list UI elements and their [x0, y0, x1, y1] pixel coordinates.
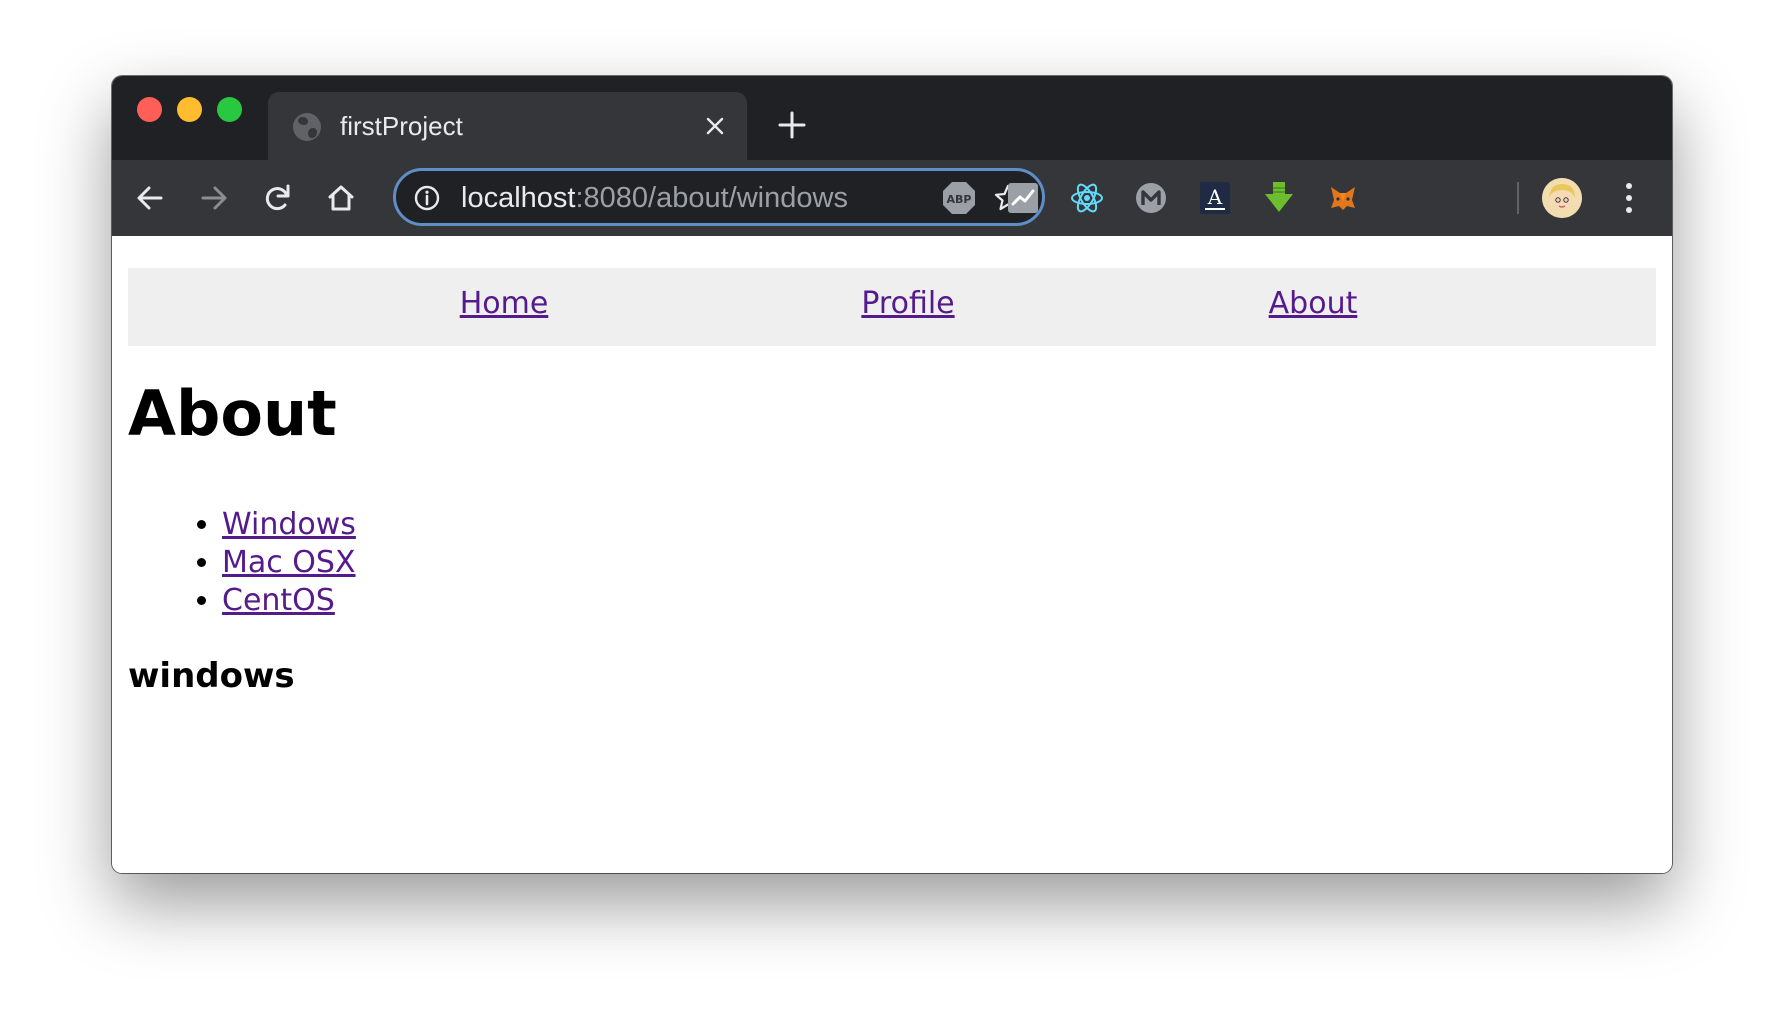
- reload-icon[interactable]: [262, 182, 294, 214]
- adblock-plus-icon[interactable]: ABP: [941, 180, 977, 216]
- back-arrow-icon[interactable]: [134, 182, 166, 214]
- more-menu-icon[interactable]: [1623, 180, 1635, 216]
- nav-link-home[interactable]: Home: [460, 284, 549, 324]
- globe-favicon-icon: [293, 113, 321, 141]
- tab-strip: firstProject: [112, 76, 1672, 160]
- tab-active[interactable]: firstProject: [268, 92, 747, 160]
- link-mac-osx[interactable]: Mac OSX: [222, 545, 356, 580]
- forward-arrow-icon[interactable]: [198, 182, 230, 214]
- window-minimize-button[interactable]: [177, 97, 202, 122]
- react-devtools-icon[interactable]: [1069, 180, 1105, 216]
- list-item: CentOS: [222, 582, 356, 620]
- url-path: :8080/about/windows: [575, 182, 848, 214]
- page-title: About: [128, 377, 337, 450]
- list-item: Mac OSX: [222, 544, 356, 582]
- browser-toolbar: localhost:8080/about/windows ABP A: [112, 160, 1672, 236]
- os-link-list: Windows Mac OSX CentOS: [172, 506, 356, 620]
- abp-label: ABP: [947, 193, 972, 206]
- font-ext-label: A: [1207, 185, 1223, 209]
- url-text[interactable]: localhost:8080/about/windows: [461, 181, 848, 215]
- green-download-arrow-icon[interactable]: [1261, 180, 1297, 216]
- close-tab-icon[interactable]: [705, 116, 725, 136]
- window-close-button[interactable]: [137, 97, 162, 122]
- toolbar-separator: [1517, 182, 1519, 214]
- mercury-m-icon[interactable]: [1133, 180, 1169, 216]
- browser-window: firstProject localhost:8080/about/window…: [112, 76, 1672, 873]
- font-a-icon[interactable]: A: [1197, 180, 1233, 216]
- avatar-face-icon: [1542, 178, 1582, 218]
- nav-link-profile[interactable]: Profile: [861, 284, 954, 324]
- site-info-icon[interactable]: [414, 185, 440, 211]
- nav-link-about[interactable]: About: [1269, 284, 1358, 324]
- home-icon[interactable]: [325, 182, 357, 214]
- stats-chart-icon[interactable]: [1005, 180, 1041, 216]
- selected-os-heading: windows: [128, 656, 295, 696]
- window-maximize-button[interactable]: [217, 97, 242, 122]
- list-item: Windows: [222, 506, 356, 544]
- nav-bar: Home Profile About: [128, 268, 1656, 346]
- tab-title: firstProject: [340, 111, 463, 141]
- url-host: localhost: [461, 182, 576, 214]
- metamask-fox-icon[interactable]: [1325, 180, 1361, 216]
- link-windows[interactable]: Windows: [222, 507, 356, 542]
- profile-avatar[interactable]: [1542, 178, 1582, 218]
- new-tab-plus-icon[interactable]: [777, 110, 807, 140]
- link-centos[interactable]: CentOS: [222, 583, 335, 618]
- page-content: Home Profile About About Windows Mac OSX…: [112, 236, 1672, 873]
